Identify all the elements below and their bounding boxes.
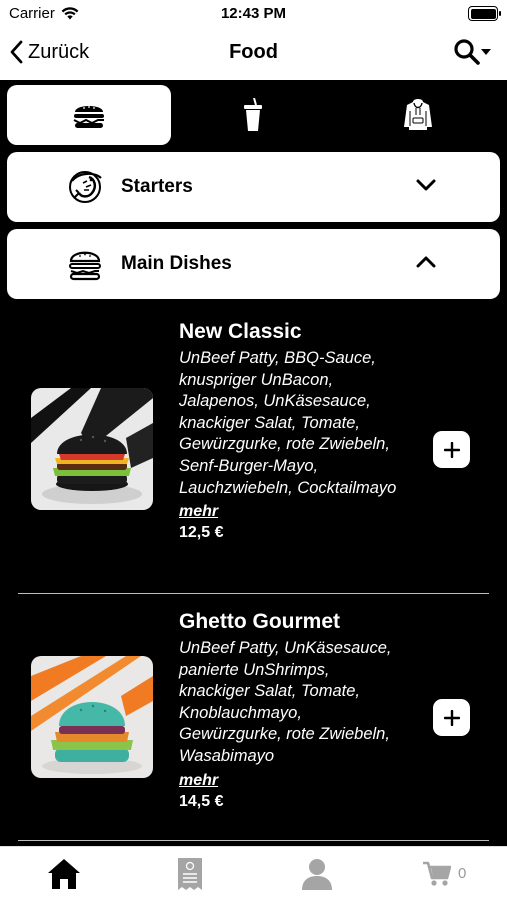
home-icon: [48, 859, 80, 889]
cart-count-badge: 0: [458, 865, 467, 882]
bottom-tab-bar: 0: [0, 846, 507, 900]
divider: [18, 840, 489, 841]
dish-photo: [31, 656, 153, 778]
drink-cup-icon: [244, 98, 263, 131]
item-name: New Classic: [179, 320, 302, 343]
item-text: Ghetto Gourmet UnBeef Patty, UnKäsesauce…: [179, 609, 399, 813]
profile-icon: [302, 859, 332, 890]
section-label: Main Dishes: [121, 253, 232, 274]
plus-icon: [443, 441, 460, 458]
plus-icon: [443, 709, 460, 726]
top-bar: Carrier 12:43 PM Zurück Food: [0, 0, 507, 80]
search-icon: [454, 39, 480, 65]
more-link[interactable]: mehr: [179, 501, 399, 522]
section-starters[interactable]: Starters: [7, 152, 500, 222]
receipt-icon: [178, 858, 202, 890]
battery-icon: [468, 6, 501, 21]
page-title: Food: [229, 41, 278, 63]
home-tab[interactable]: [47, 857, 81, 896]
hoodie-icon: [403, 99, 432, 130]
category-tabs: [7, 85, 500, 145]
chevron-up-icon: [416, 256, 436, 268]
section-label: Starters: [121, 176, 193, 197]
burger-icon: [73, 106, 105, 128]
cart-icon: [423, 861, 452, 886]
receipt-tab[interactable]: [177, 857, 203, 896]
cart-tab[interactable]: [423, 861, 452, 892]
dish-photo: [31, 388, 153, 510]
status-time: 12:43 PM: [220, 5, 287, 22]
tab-food[interactable]: [7, 85, 172, 145]
item-description: UnBeef Patty, UnKäsesauce, panierte UnSh…: [179, 639, 392, 765]
shrimp-icon: [69, 171, 102, 203]
tab-merch[interactable]: [336, 85, 500, 145]
chevron-down-icon: [416, 179, 436, 191]
item-price: 14,5 €: [179, 792, 224, 810]
section-main-dishes[interactable]: Main Dishes: [7, 229, 500, 299]
profile-tab[interactable]: [300, 857, 334, 896]
item-price: 12,5 €: [179, 524, 224, 542]
divider: [18, 593, 489, 594]
search-button[interactable]: [453, 38, 491, 66]
caret-down-icon: [481, 49, 491, 55]
burger-icon: [69, 251, 101, 281]
menu-item[interactable]: New Classic UnBeef Patty, BBQ-Sauce, knu…: [18, 319, 489, 584]
menu-item[interactable]: Ghetto Gourmet UnBeef Patty, UnKäsesauce…: [18, 609, 489, 831]
add-to-cart-button[interactable]: [433, 431, 470, 468]
item-text: New Classic UnBeef Patty, BBQ-Sauce, knu…: [179, 319, 399, 544]
status-bar: Carrier 12:43 PM: [0, 0, 507, 28]
add-to-cart-button[interactable]: [433, 699, 470, 736]
nav-bar: Zurück Food: [0, 32, 507, 76]
item-name: Ghetto Gourmet: [179, 610, 340, 633]
item-description: UnBeef Patty, BBQ-Sauce, knuspriger UnBa…: [179, 349, 397, 497]
more-link[interactable]: mehr: [179, 770, 399, 791]
tab-drinks[interactable]: [171, 85, 335, 145]
